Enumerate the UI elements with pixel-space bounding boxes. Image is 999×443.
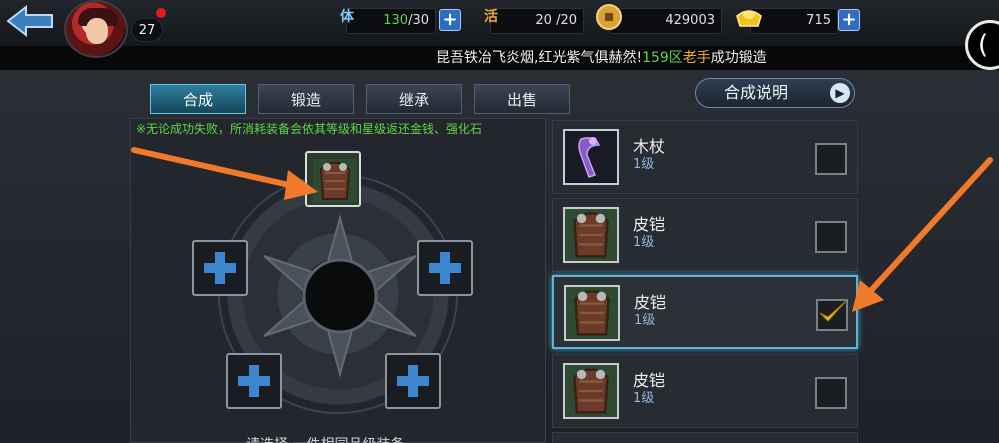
back-arrow-icon [6,4,53,38]
leather-armor-icon [564,285,620,341]
marquee-server: 159区 [642,50,683,66]
item-checkbox[interactable] [815,143,847,175]
energy-icon: 活 [484,9,498,25]
list-item[interactable]: 皮铠 1级 [552,354,858,428]
avatar-face [86,18,108,44]
item-checkbox-checked[interactable] [816,299,848,331]
list-item-selected[interactable]: 皮铠 1级 [552,275,858,349]
gold-value: 715 [806,13,831,28]
item-checkbox[interactable] [815,221,847,253]
leather-armor-icon [563,207,619,263]
item-level: 1级 [633,391,655,406]
wooden-staff-icon [563,129,619,185]
coins-display: 429003 [610,8,722,34]
checkmark-icon [819,300,847,322]
notification-dot [156,8,166,18]
announcement-marquee: 昆吾铁冶飞炎烟,红光紫气俱赫然!159区老手成功锻造 [0,46,999,70]
material-slot-right[interactable] [417,240,473,296]
target-equipment-slot[interactable] [305,151,361,207]
item-level: 1级 [633,157,655,172]
tab-synthesis[interactable]: 合成 [150,84,246,114]
synthesis-help-button[interactable]: 合成说明 ▶ [695,78,855,108]
list-item[interactable]: 木杖 1级 [552,120,858,194]
item-checkbox[interactable] [815,377,847,409]
marquee-player: 老手 [682,50,711,66]
stamina-max: /30 [408,13,429,28]
stamina-icon: 体 [340,9,354,25]
tab-inherit[interactable]: 继承 [366,84,462,114]
tab-forge[interactable]: 锻造 [258,84,354,114]
marquee-suffix: 成功锻造 [710,50,767,66]
material-slot-bottom-right[interactable] [385,353,441,409]
energy-value: 20 /20 [535,13,577,28]
select-hint-text: 请选择 一件相同品级装备 [246,434,404,443]
synthesis-note: ※无论成功失败，所消耗装备会依其等级和星级返还金钱、强化石 [136,122,483,136]
item-level: 1级 [633,235,655,250]
list-item[interactable]: 皮铠 1级 [552,198,858,272]
list-item[interactable] [552,432,858,443]
gold-ingot-icon [734,2,764,32]
leather-armor-icon [313,159,357,203]
player-avatar[interactable] [64,0,128,58]
material-slot-left[interactable] [192,240,248,296]
player-level-badge: 27 [131,18,163,42]
marquee-prefix: 昆吾铁冶飞炎烟,红光紫气俱赫然! [436,50,643,66]
item-level: 1级 [634,313,656,328]
stamina-value: 130 [383,13,409,28]
add-gold-button[interactable]: + [838,9,860,31]
coins-value: 429003 [665,13,715,28]
equipment-list: 木杖 1级 皮铠 1级 皮铠 1级 皮铠 1级 [548,118,868,443]
play-arrow-icon: ▶ [830,83,850,103]
help-button-label: 合成说明 [724,83,789,102]
add-stamina-button[interactable]: + [439,9,461,31]
back-button[interactable] [6,4,56,38]
coin-icon [594,2,624,32]
tab-sell[interactable]: 出售 [474,84,570,114]
material-slot-bottom-left[interactable] [226,353,282,409]
leather-armor-icon [563,363,619,419]
